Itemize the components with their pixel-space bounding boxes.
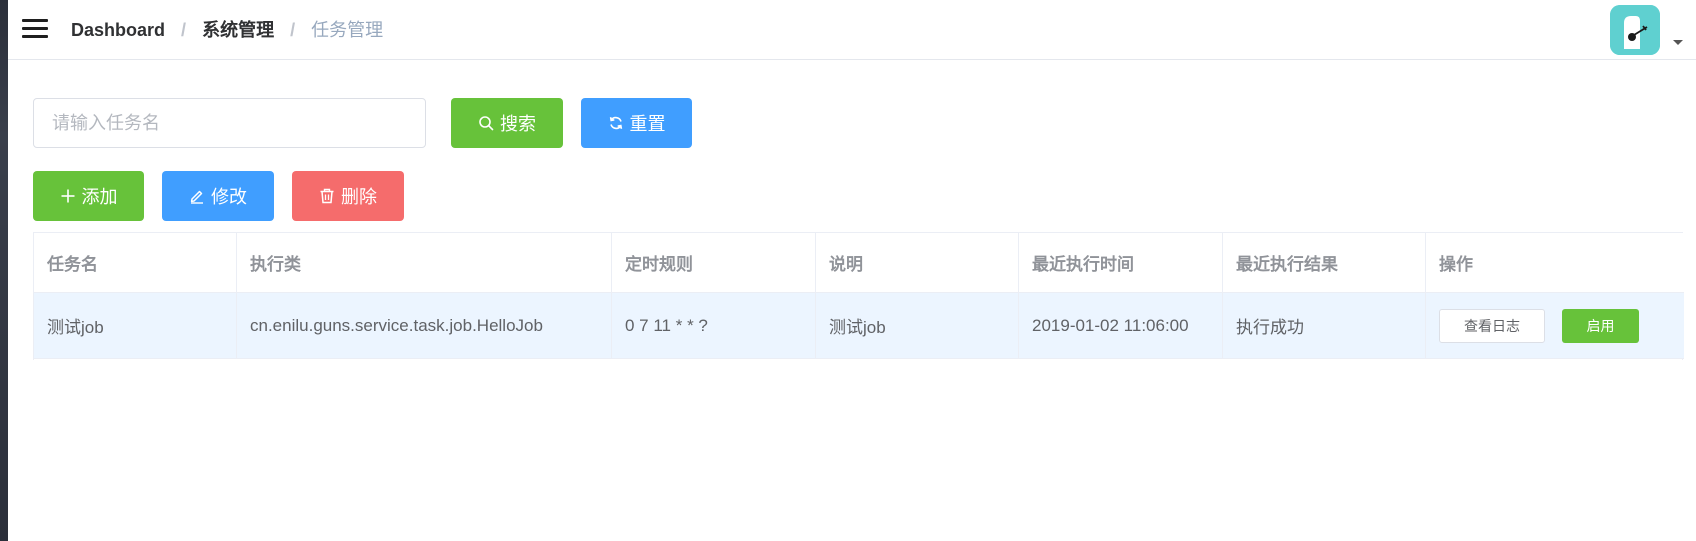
column-header[interactable]: 最近执行结果 (1223, 233, 1426, 292)
trash-icon (320, 188, 334, 204)
navbar: Dashboard / 系统管理 / 任务管理 (8, 0, 1696, 60)
reset-button-label: 重置 (629, 114, 666, 134)
app-root: Dashboard / 系统管理 / 任务管理 搜索 (0, 0, 1696, 541)
hamburger-icon[interactable] (22, 17, 48, 39)
cell-last-result: 执行成功 (1223, 293, 1426, 358)
column-header[interactable]: 定时规则 (612, 233, 816, 292)
reset-button[interactable]: 重置 (581, 98, 692, 148)
plus-icon (61, 189, 74, 203)
table-header: 任务名 执行类 定时规则 说明 最近执行时间 最近执行结果 操作 (34, 233, 1684, 293)
refresh-icon (609, 116, 622, 130)
breadcrumb-separator: / (181, 20, 187, 40)
add-button-label: 添加 (81, 187, 118, 207)
column-header[interactable]: 最近执行时间 (1019, 233, 1223, 292)
caret-down-icon[interactable] (1673, 40, 1683, 45)
delete-button-label: 删除 (341, 187, 377, 207)
edit-button[interactable]: 修改 (162, 171, 274, 221)
cell-cron: 0 7 11 * * ? (612, 293, 816, 358)
column-header[interactable]: 说明 (816, 233, 1019, 292)
task-table: 任务名 执行类 定时规则 说明 最近执行时间 最近执行结果 操作 测试job c… (33, 232, 1684, 360)
breadcrumb-item-system[interactable]: 系统管理 (202, 20, 274, 40)
breadcrumb-item-dashboard[interactable]: Dashboard (71, 20, 165, 40)
column-header[interactable]: 执行类 (237, 233, 612, 292)
search-button-label: 搜索 (500, 114, 536, 134)
delete-button[interactable]: 删除 (292, 171, 404, 221)
sidebar-edge (0, 0, 8, 541)
view-log-button[interactable]: 查看日志 (1439, 308, 1545, 343)
column-header[interactable]: 任务名 (34, 233, 237, 292)
cell-job-class: cn.enilu.guns.service.task.job.HelloJob (237, 293, 612, 358)
breadcrumb-item-current: 任务管理 (311, 20, 384, 40)
search-icon (479, 116, 494, 131)
cell-description: 测试job (816, 293, 1019, 358)
search-input[interactable] (33, 98, 426, 148)
table-row[interactable]: 测试job cn.enilu.guns.service.task.job.Hel… (34, 293, 1684, 359)
edit-button-label: 修改 (211, 187, 247, 207)
cell-actions: 查看日志 启用 (1426, 293, 1684, 358)
cell-task-name: 测试job (34, 293, 237, 358)
avatar[interactable] (1610, 5, 1660, 55)
search-button[interactable]: 搜索 (451, 98, 563, 148)
edit-icon (190, 190, 203, 204)
cell-last-run-time: 2019-01-02 11:06:00 (1019, 293, 1223, 358)
enable-button[interactable]: 启用 (1562, 308, 1639, 343)
column-header: 操作 (1439, 255, 1473, 274)
add-button[interactable]: 添加 (33, 171, 144, 221)
breadcrumb: Dashboard / 系统管理 / 任务管理 (71, 18, 383, 42)
breadcrumb-separator: / (290, 20, 296, 40)
avatar-image (1610, 5, 1660, 55)
